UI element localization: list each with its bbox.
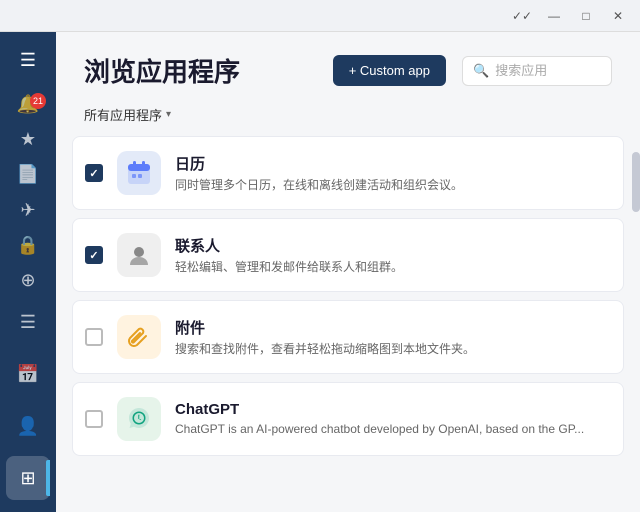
app-name-attachments: 附件: [175, 317, 611, 338]
sidebar-item-lock[interactable]: 🔒: [6, 230, 50, 261]
app-info-contacts: 联系人 轻松编辑、管理和发邮件给联系人和组群。: [175, 235, 611, 276]
notification-badge: 21: [30, 93, 46, 109]
active-indicator: [46, 460, 50, 496]
sidebar-item-files[interactable]: 📄: [6, 159, 50, 190]
filter-bar: 所有应用程序 ▾: [56, 105, 640, 136]
app-container: ☰ 🔔 21 ★ 📄 ✈ 🔒 ⊕ ☰ 📅: [0, 32, 640, 512]
app-desc-attachments: 搜索和查找附件，查看并轻松拖动缩略图到本地文件夹。: [175, 341, 611, 358]
sidebar-menu-icon[interactable]: ☰: [0, 40, 56, 81]
app-checkbox-attachments[interactable]: [85, 328, 103, 346]
app-checkbox-calendar[interactable]: [85, 164, 103, 182]
search-box: 🔍: [462, 56, 612, 86]
app-desc-chatgpt: ChatGPT is an AI-powered chatbot develop…: [175, 421, 611, 438]
sidebar-item-grid[interactable]: ⊞: [6, 456, 50, 500]
close-btn[interactable]: ✕: [604, 6, 632, 26]
content-header: 浏览应用程序 + Custom app 🔍: [56, 32, 640, 105]
apps-list: 日历 同时管理多个日历，在线和离线创建活动和组织会议。 联系人 轻松编辑、管理和…: [56, 136, 640, 512]
sidebar-item-notifications[interactable]: 🔔 21: [6, 89, 50, 120]
app-item-attachments: 附件 搜索和查找附件，查看并轻松拖动缩略图到本地文件夹。: [72, 300, 624, 374]
app-icon-calendar: [117, 151, 161, 195]
sidebar-item-send[interactable]: ✈: [6, 195, 50, 226]
sidebar-item-calendar[interactable]: 📅: [6, 352, 50, 396]
sidebar: ☰ 🔔 21 ★ 📄 ✈ 🔒 ⊕ ☰ 📅: [0, 32, 56, 512]
app-icon-contacts: [117, 233, 161, 277]
app-item-chatgpt: ChatGPT ChatGPT is an AI-powered chatbot…: [72, 382, 624, 456]
page-title: 浏览应用程序: [84, 52, 317, 89]
sidebar-item-person[interactable]: 👤: [6, 404, 50, 448]
sidebar-bottom: ☰ 📅 👤 ⊞: [6, 300, 50, 512]
filter-label[interactable]: 所有应用程序 ▾: [84, 105, 171, 124]
grid-icon: ⊞: [20, 468, 35, 489]
add-icon: ⊕: [20, 270, 35, 291]
calendar-nav-icon: 📅: [17, 364, 39, 385]
checkmark-btn[interactable]: ✓✓: [508, 6, 536, 26]
lock-icon: 🔒: [17, 235, 39, 256]
custom-app-button[interactable]: + Custom app: [333, 55, 446, 86]
app-checkbox-contacts[interactable]: [85, 246, 103, 264]
app-name-contacts: 联系人: [175, 235, 611, 256]
minimize-btn[interactable]: —: [540, 6, 568, 26]
app-info-calendar: 日历 同时管理多个日历，在线和离线创建活动和组织会议。: [175, 153, 611, 194]
scroll-indicator[interactable]: [632, 152, 640, 212]
star-icon: ★: [20, 129, 36, 150]
app-icon-chatgpt: [117, 397, 161, 441]
person-icon: 👤: [17, 416, 39, 437]
app-info-chatgpt: ChatGPT ChatGPT is an AI-powered chatbot…: [175, 401, 611, 438]
sidebar-item-list[interactable]: ☰: [6, 300, 50, 344]
maximize-btn[interactable]: □: [572, 6, 600, 26]
app-item-calendar: 日历 同时管理多个日历，在线和离线创建活动和组织会议。: [72, 136, 624, 210]
app-desc-calendar: 同时管理多个日历，在线和离线创建活动和组织会议。: [175, 177, 611, 194]
sidebar-item-add[interactable]: ⊕: [6, 265, 50, 296]
titlebar-controls: ✓✓ — □ ✕: [508, 6, 632, 26]
app-name-calendar: 日历: [175, 153, 611, 174]
search-icon: 🔍: [473, 63, 489, 79]
search-input[interactable]: [495, 63, 601, 78]
titlebar: ✓✓ — □ ✕: [0, 0, 640, 32]
app-desc-contacts: 轻松编辑、管理和发邮件给联系人和组群。: [175, 259, 611, 276]
sidebar-item-starred[interactable]: ★: [6, 124, 50, 155]
file-icon: 📄: [17, 164, 39, 185]
send-icon: ✈: [20, 200, 35, 221]
app-name-chatgpt: ChatGPT: [175, 401, 611, 418]
app-icon-attachments: [117, 315, 161, 359]
app-item-contacts: 联系人 轻松编辑、管理和发邮件给联系人和组群。: [72, 218, 624, 292]
main-content: 浏览应用程序 + Custom app 🔍 所有应用程序 ▾: [56, 32, 640, 512]
chevron-down-icon: ▾: [166, 109, 171, 120]
app-checkbox-chatgpt[interactable]: [85, 410, 103, 428]
app-info-attachments: 附件 搜索和查找附件，查看并轻松拖动缩略图到本地文件夹。: [175, 317, 611, 358]
list-icon: ☰: [20, 312, 36, 333]
